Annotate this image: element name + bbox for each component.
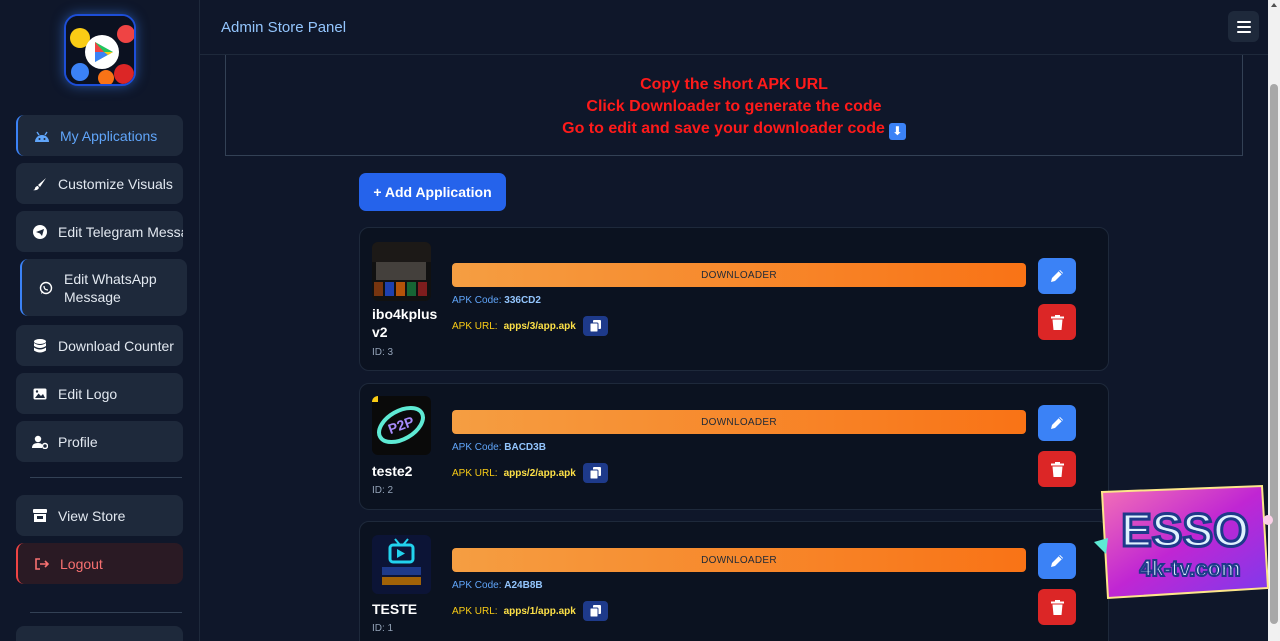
copy-url-button[interactable] bbox=[582, 601, 608, 621]
apk-url: APK URL: apps/2/app.apk bbox=[452, 463, 608, 483]
pencil-icon bbox=[1051, 270, 1063, 282]
whatsapp-icon bbox=[38, 280, 54, 296]
sidebar-divider bbox=[30, 612, 182, 613]
trash-icon bbox=[1050, 314, 1064, 330]
app-card: P2P teste2 ID: 2 DOWNLOADER APK Code: BA… bbox=[359, 383, 1109, 510]
edit-app-button[interactable] bbox=[1038, 405, 1076, 441]
sidebar-item-customize-visuals[interactable]: Customize Visuals bbox=[16, 163, 183, 204]
edit-app-button[interactable] bbox=[1038, 543, 1076, 579]
app-name: TESTE bbox=[372, 601, 418, 617]
sidebar-divider bbox=[30, 477, 182, 478]
apk-code: APK Code: 336CD2 bbox=[452, 295, 541, 306]
app-id: ID: 3 bbox=[372, 347, 394, 358]
app-thumbnail: P2P bbox=[372, 396, 431, 455]
scroll-up-arrow-icon[interactable] bbox=[1271, 3, 1277, 7]
android-icon bbox=[34, 128, 50, 144]
image-icon bbox=[32, 386, 48, 402]
page-title: Admin Store Panel bbox=[221, 19, 347, 36]
delete-app-button[interactable] bbox=[1038, 304, 1076, 340]
top-bar: Admin Store Panel bbox=[200, 0, 1268, 55]
sidebar-item-edit-whatsapp[interactable]: Edit WhatsApp Message bbox=[20, 259, 187, 316]
sidebar-item-label: Profile bbox=[58, 433, 98, 450]
down-arrow-icon: ⬇ bbox=[888, 123, 906, 140]
sidebar-item-label: Customize Visuals bbox=[58, 175, 173, 192]
hamburger-menu-button[interactable] bbox=[1228, 11, 1259, 42]
instructions-notice: Copy the short APK URL Click Downloader … bbox=[225, 55, 1243, 156]
trash-icon bbox=[1050, 461, 1064, 477]
app-name: teste2 bbox=[372, 463, 413, 479]
brush-icon bbox=[32, 176, 48, 192]
sidebar-item-label: My Applications bbox=[60, 127, 158, 144]
edit-app-button[interactable] bbox=[1038, 258, 1076, 294]
app-card: TESTE ID: 1 DOWNLOADER APK Code: A24B8B … bbox=[359, 521, 1109, 641]
downloader-button[interactable]: DOWNLOADER bbox=[452, 548, 1026, 572]
copy-icon bbox=[589, 320, 601, 332]
sidebar-item-label: Edit Telegram Message bbox=[58, 223, 183, 240]
esso-watermark-logo: ESSO 4k-tv.com bbox=[1090, 480, 1275, 605]
logout-icon bbox=[34, 556, 50, 572]
sidebar-item-label: View Store bbox=[58, 507, 126, 524]
sidebar-item-download-counter[interactable]: Download Counter bbox=[16, 325, 183, 366]
app-card: ibo4kplus v2 ID: 3 DOWNLOADER APK Code: … bbox=[359, 227, 1109, 371]
apk-code: APK Code: A24B8B bbox=[452, 580, 543, 591]
apk-url: APK URL: apps/1/app.apk bbox=[452, 601, 608, 621]
user-gear-icon bbox=[32, 434, 48, 450]
notice-line-3: Go to edit and save your downloader code… bbox=[226, 120, 1242, 140]
store-icon bbox=[32, 508, 48, 524]
app-store-logo[interactable] bbox=[64, 14, 136, 86]
sidebar-item-logout[interactable]: Logout bbox=[16, 543, 183, 584]
app-id: ID: 1 bbox=[372, 623, 394, 634]
apk-code: APK Code: BACD3B bbox=[452, 442, 546, 453]
sidebar: My Applications Customize Visuals Edit T… bbox=[0, 0, 200, 641]
svg-text:ESSO: ESSO bbox=[1121, 504, 1249, 556]
sidebar-item-label: Logout bbox=[60, 555, 103, 572]
delete-app-button[interactable] bbox=[1038, 589, 1076, 625]
delete-app-button[interactable] bbox=[1038, 451, 1076, 487]
copy-icon bbox=[589, 467, 601, 479]
downloader-button[interactable]: DOWNLOADER bbox=[452, 263, 1026, 287]
telegram-icon bbox=[32, 224, 48, 240]
copy-url-button[interactable] bbox=[582, 316, 608, 336]
app-id: ID: 2 bbox=[372, 485, 394, 496]
apk-url: APK URL: apps/3/app.apk bbox=[452, 316, 608, 336]
sidebar-item-label: Download Counter bbox=[58, 337, 174, 354]
sidebar-item-edit-logo[interactable]: Edit Logo bbox=[16, 373, 183, 414]
copy-url-button[interactable] bbox=[582, 463, 608, 483]
add-application-button[interactable]: + Add Application bbox=[359, 173, 506, 211]
trash-icon bbox=[1050, 599, 1064, 615]
notice-line-2: Click Downloader to generate the code bbox=[586, 98, 882, 115]
notice-line-1: Copy the short APK URL bbox=[640, 76, 828, 93]
menu-icon bbox=[1236, 20, 1251, 23]
copy-icon bbox=[589, 605, 601, 617]
app-name: ibo4kplus v2 bbox=[372, 306, 438, 340]
app-thumbnail bbox=[372, 535, 431, 594]
pencil-icon bbox=[1051, 555, 1063, 567]
sidebar-item-edit-telegram[interactable]: Edit Telegram Message bbox=[16, 211, 183, 252]
sidebar-item-my-applications[interactable]: My Applications bbox=[16, 115, 183, 156]
app-thumbnail bbox=[372, 242, 431, 301]
database-icon bbox=[32, 338, 48, 354]
downloader-button[interactable]: DOWNLOADER bbox=[452, 410, 1026, 434]
sidebar-item-label: Edit Logo bbox=[58, 385, 118, 402]
sidebar-item-profile[interactable]: Profile bbox=[16, 421, 183, 462]
sidebar-item-partial[interactable] bbox=[16, 626, 183, 641]
sidebar-item-view-store[interactable]: View Store bbox=[16, 495, 183, 536]
sidebar-item-label: Edit WhatsApp Message bbox=[64, 270, 157, 305]
svg-text:4k-tv.com: 4k-tv.com bbox=[1139, 556, 1240, 581]
pencil-icon bbox=[1051, 417, 1063, 429]
